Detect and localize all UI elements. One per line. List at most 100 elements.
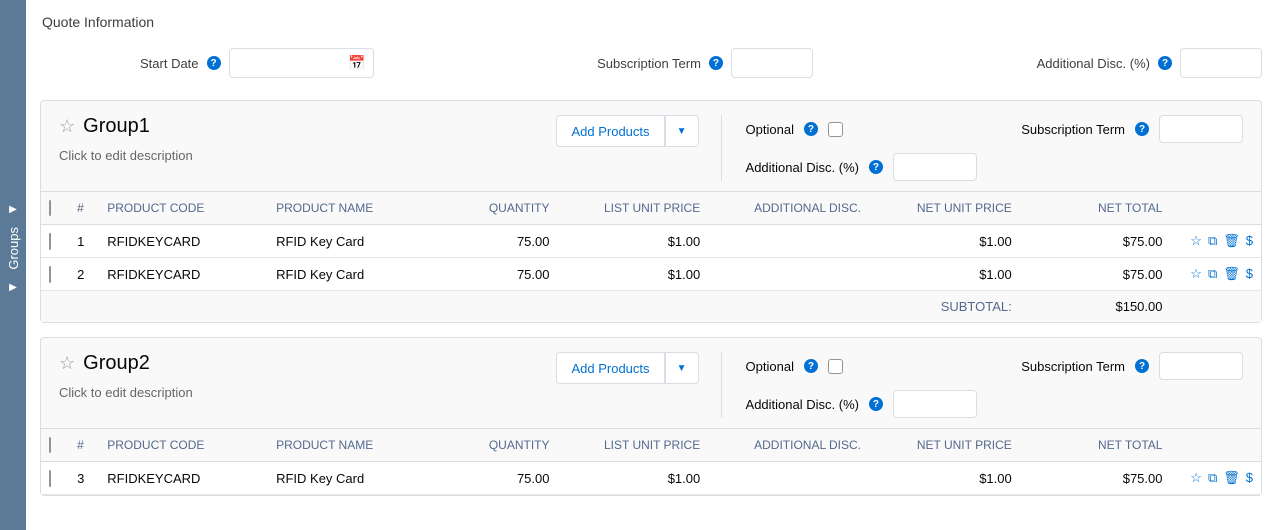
side-rail[interactable]: ▶ Groups ▶ [0,0,26,530]
subscription-term-label: Subscription Term [1021,359,1125,374]
group-additional-disc-input[interactable] [893,390,977,418]
price-icon[interactable]: $ [1246,233,1253,249]
delete-icon[interactable]: 🗑 [1223,470,1240,486]
copy-icon[interactable]: ⧉ [1208,233,1217,249]
cell-list-price: $1.00 [558,462,709,495]
cell-list-price: $1.00 [558,258,709,291]
help-icon[interactable]: ? [709,56,723,70]
col-number: # [69,192,99,225]
group-subscription-term-input[interactable] [1159,352,1243,380]
price-icon[interactable]: $ [1246,266,1253,282]
group-title[interactable]: Group2 [83,352,150,375]
delete-icon[interactable]: 🗑 [1223,266,1240,282]
cell-product-code: RFIDKEYCARD [99,258,268,291]
col-product-name: PRODUCT NAME [268,192,437,225]
subscription-term-input[interactable] [731,48,813,78]
triangle-right-icon: ▶ [9,204,17,215]
delete-icon[interactable]: 🗑 [1223,233,1240,249]
group-description[interactable]: Click to edit description [59,385,556,400]
cell-net-total: $75.00 [1020,462,1171,495]
add-products-button[interactable]: Add Products [556,352,664,384]
additional-disc-field: Additional Disc. (%) ? [1037,48,1262,78]
col-additional-disc: ADDITIONAL DISC. [708,429,869,462]
line-items-table: #PRODUCT CODEPRODUCT NAMEQUANTITYLIST UN… [41,191,1261,322]
help-icon[interactable]: ? [804,359,818,373]
cell-additional-disc[interactable] [708,225,869,258]
help-icon[interactable]: ? [869,160,883,174]
cell-product-name: RFID Key Card [268,258,437,291]
select-all-checkbox[interactable] [49,200,51,216]
star-icon[interactable]: ☆ [1190,233,1202,249]
subtotal-row: SUBTOTAL:$150.00 [41,291,1261,323]
start-date-input[interactable] [229,48,374,78]
additional-disc-label: Additional Disc. (%) [746,160,859,175]
copy-icon[interactable]: ⧉ [1208,266,1217,282]
select-all-checkbox[interactable] [49,437,51,453]
cell-net-total: $75.00 [1020,258,1171,291]
col-additional-disc: ADDITIONAL DISC. [708,192,869,225]
group-title[interactable]: Group1 [83,115,150,138]
subtotal-label: SUBTOTAL: [41,291,1020,323]
start-date-label: Start Date [140,56,199,71]
table-row: 2RFIDKEYCARDRFID Key Card75.00$1.00$1.00… [41,258,1261,291]
cell-product-code: RFIDKEYCARD [99,225,268,258]
cell-additional-disc[interactable] [708,462,869,495]
help-icon[interactable]: ? [869,397,883,411]
table-row: 3RFIDKEYCARDRFID Key Card75.00$1.00$1.00… [41,462,1261,495]
optional-label: Optional [746,359,794,374]
row-checkbox[interactable] [49,266,51,283]
col-product-code: PRODUCT CODE [99,192,268,225]
col-product-name: PRODUCT NAME [268,429,437,462]
col-quantity: QUANTITY [437,192,558,225]
star-outline-icon[interactable]: ☆ [59,116,75,137]
copy-icon[interactable]: ⧉ [1208,470,1217,486]
side-rail-label: Groups [6,227,21,270]
add-products-dropdown[interactable]: ▼ [665,352,699,384]
start-date-field: Start Date ? 📅 [140,48,374,78]
col-list-price: LIST UNIT PRICE [558,192,709,225]
cell-additional-disc[interactable] [708,258,869,291]
group-additional-disc-input[interactable] [893,153,977,181]
col-net-price: NET UNIT PRICE [869,192,1020,225]
additional-disc-label: Additional Disc. (%) [746,397,859,412]
row-checkbox[interactable] [49,470,51,487]
help-icon[interactable]: ? [1158,56,1172,70]
subscription-term-label: Subscription Term [597,56,701,71]
col-net-total: NET TOTAL [1020,192,1171,225]
line-items-table: #PRODUCT CODEPRODUCT NAMEQUANTITYLIST UN… [41,428,1261,495]
help-icon[interactable]: ? [1135,122,1149,136]
col-list-price: LIST UNIT PRICE [558,429,709,462]
content-scroll[interactable]: Quote Information Start Date ? 📅 Subscri… [26,0,1280,530]
row-checkbox[interactable] [49,233,51,250]
cell-quantity[interactable]: 75.00 [437,462,558,495]
star-icon[interactable]: ☆ [1190,266,1202,282]
cell-quantity[interactable]: 75.00 [437,258,558,291]
cell-number: 1 [69,225,99,258]
optional-checkbox[interactable] [828,122,843,137]
cell-list-price: $1.00 [558,225,709,258]
star-outline-icon[interactable]: ☆ [59,353,75,374]
table-row: 1RFIDKEYCARDRFID Key Card75.00$1.00$1.00… [41,225,1261,258]
add-products-dropdown[interactable]: ▼ [665,115,699,147]
cell-product-name: RFID Key Card [268,462,437,495]
col-net-total: NET TOTAL [1020,429,1171,462]
cell-number: 3 [69,462,99,495]
cell-quantity[interactable]: 75.00 [437,225,558,258]
col-quantity: QUANTITY [437,429,558,462]
cell-net-price: $1.00 [869,225,1020,258]
cell-net-price: $1.00 [869,462,1020,495]
help-icon[interactable]: ? [1135,359,1149,373]
additional-disc-label: Additional Disc. (%) [1037,56,1150,71]
star-icon[interactable]: ☆ [1190,470,1202,486]
group-description[interactable]: Click to edit description [59,148,556,163]
price-icon[interactable]: $ [1246,470,1253,486]
group-subscription-term-input[interactable] [1159,115,1243,143]
section-title: Quote Information [42,14,1262,30]
optional-checkbox[interactable] [828,359,843,374]
additional-disc-input[interactable] [1180,48,1262,78]
add-products-button[interactable]: Add Products [556,115,664,147]
help-icon[interactable]: ? [804,122,818,136]
cell-net-total: $75.00 [1020,225,1171,258]
help-icon[interactable]: ? [207,56,221,70]
group-card: ☆ Group1 Click to edit descriptionAdd Prod… [40,100,1262,323]
